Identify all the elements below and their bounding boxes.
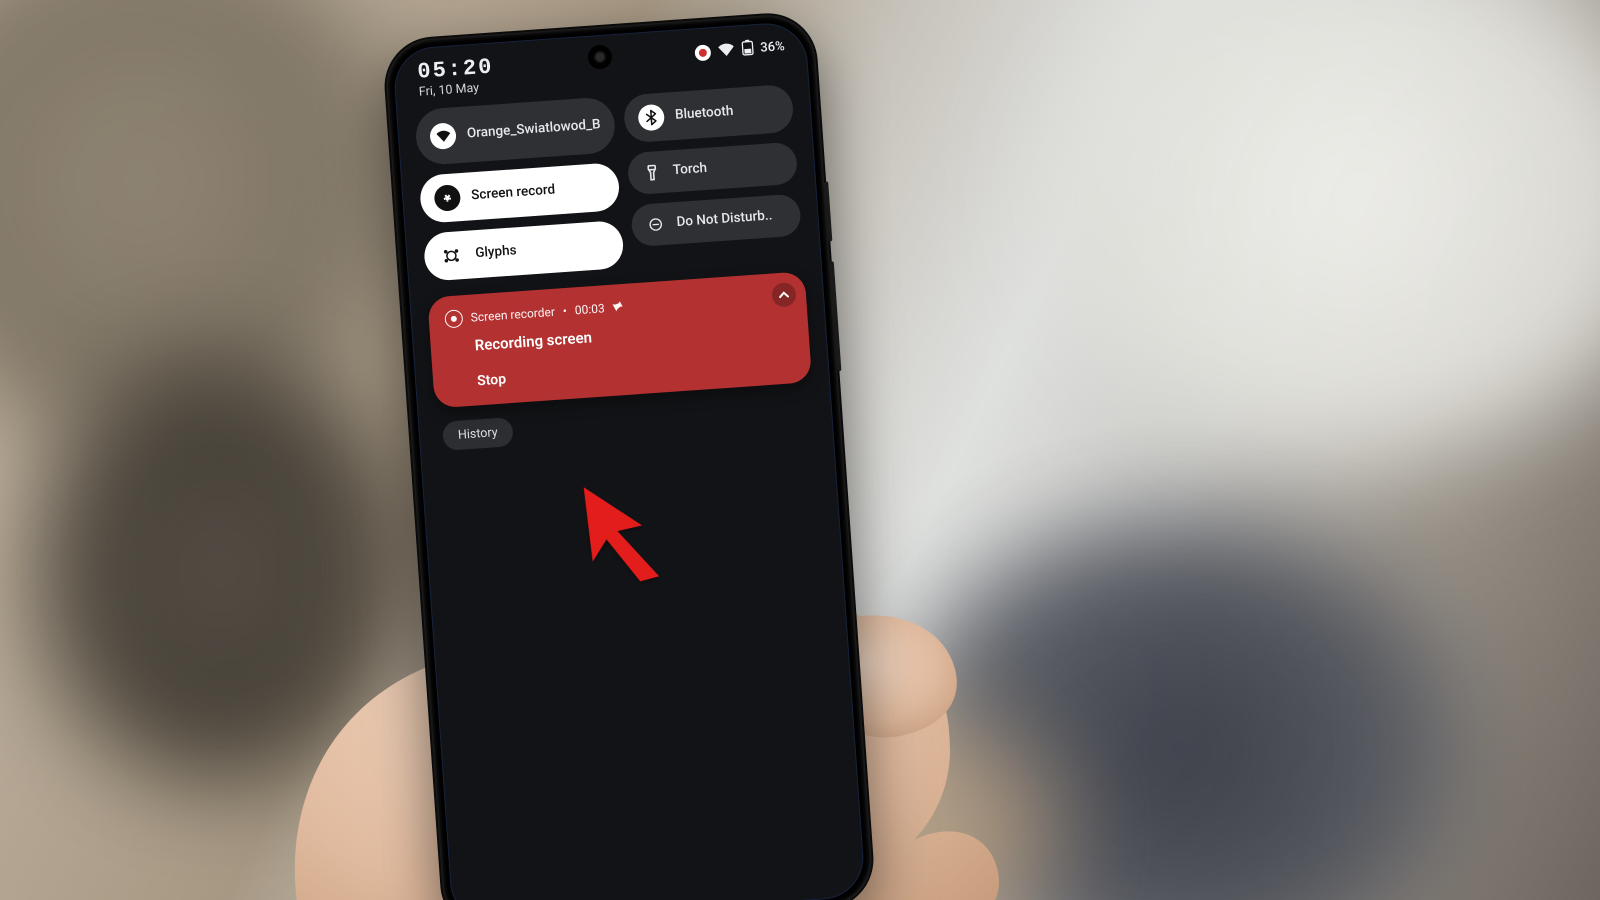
screen-record-tile[interactable]: Screen record xyxy=(419,162,621,224)
wifi-icon xyxy=(717,41,735,61)
history-button[interactable]: History xyxy=(442,417,514,451)
dnd-icon xyxy=(645,214,666,235)
dnd-tile[interactable]: Do Not Disturb.. xyxy=(630,193,802,247)
wifi-tile[interactable]: Orange_Swiatlowod_B xyxy=(414,96,616,166)
phone-frame: 05:20 36% Fri, 10 May xyxy=(383,12,874,900)
volume-button xyxy=(824,181,832,241)
tile-label: Orange_Swiatlowod_B xyxy=(466,117,601,142)
torch-icon xyxy=(641,162,662,183)
bluetooth-icon xyxy=(637,104,665,132)
annotation-cursor-icon xyxy=(578,479,681,589)
pinned-icon xyxy=(612,300,624,315)
tile-label: Bluetooth xyxy=(675,104,734,124)
bg-blob xyxy=(1040,0,1600,460)
tile-label: Glyphs xyxy=(475,244,517,262)
phone-screen: 05:20 36% Fri, 10 May xyxy=(392,21,866,900)
tile-label: Do Not Disturb.. xyxy=(676,209,773,231)
recording-indicator-icon xyxy=(694,44,711,61)
screen-record-icon xyxy=(444,309,463,328)
screen-recorder-notification[interactable]: Screen recorder • 00:03 Recording screen… xyxy=(427,271,812,408)
scene-background: 05:20 36% Fri, 10 May xyxy=(0,0,1600,900)
tile-label: Torch xyxy=(672,161,707,179)
stop-button[interactable]: Stop xyxy=(477,371,507,389)
battery-icon xyxy=(741,39,754,60)
notification-elapsed: 00:03 xyxy=(574,301,605,317)
glyphs-tile[interactable]: Glyphs xyxy=(423,220,625,282)
history-label: History xyxy=(457,425,498,443)
torch-tile[interactable]: Torch xyxy=(627,142,799,196)
bluetooth-tile[interactable]: Bluetooth xyxy=(623,84,795,144)
clock: 05:20 xyxy=(417,55,495,85)
power-button xyxy=(830,261,842,371)
notification-app-name: Screen recorder xyxy=(470,305,555,325)
battery-percentage: 36% xyxy=(760,39,785,56)
screen-record-icon xyxy=(433,184,461,212)
wifi-icon xyxy=(429,122,457,150)
bg-blob xyxy=(40,360,400,780)
quick-settings-panel: Orange_Swiatlowod_B Screen record Glyphs xyxy=(396,82,821,282)
glyphs-icon xyxy=(438,242,466,270)
tile-label: Screen record xyxy=(471,183,556,204)
